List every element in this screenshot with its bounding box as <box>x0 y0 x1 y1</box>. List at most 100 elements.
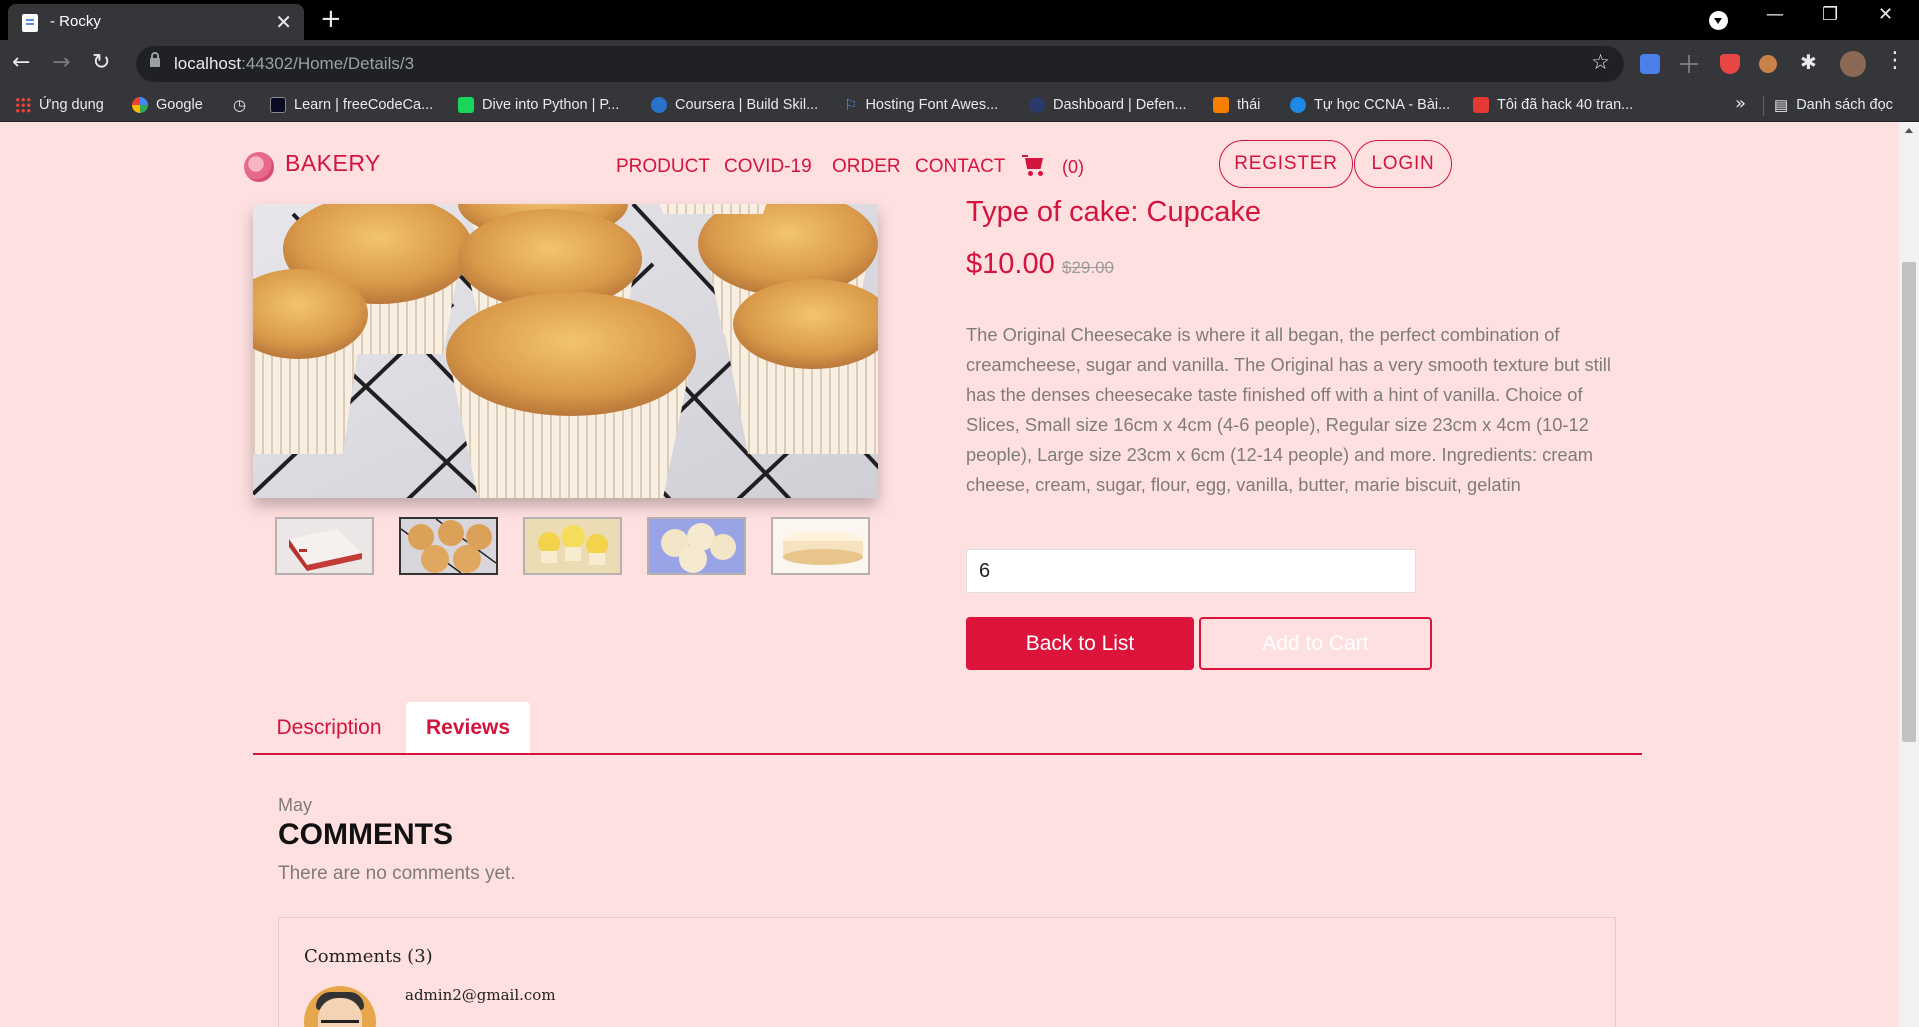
flag-icon: ⚐ <box>844 97 858 114</box>
add-to-cart-button[interactable]: Add to Cart <box>1199 617 1432 670</box>
nav-covid[interactable]: COVID-19 <box>724 156 812 178</box>
bookmark-label: Tôi đã hack 40 tran... <box>1497 97 1634 113</box>
scrollbar-thumb[interactable] <box>1902 262 1916 742</box>
bookmark-star-icon[interactable]: ☆ <box>1591 50 1610 74</box>
browser-toolbar: ← → ↻ localhost:44302/Home/Details/3 ☆ ✱… <box>0 40 1919 88</box>
login-button[interactable]: LOGIN <box>1354 140 1452 188</box>
bookmark-dashboard[interactable]: Dashboard | Defen... <box>1029 95 1187 115</box>
thumbnail-red-velvet[interactable] <box>275 517 374 575</box>
extensions-puzzle-icon[interactable]: ✱ <box>1800 50 1820 74</box>
bookmark-label: thái <box>1237 97 1261 113</box>
bookmark-coursera[interactable]: Coursera | Build Skil... <box>651 95 818 115</box>
bookmark-label: Hosting Font Awes... <box>865 97 999 113</box>
bookmark-label: Learn | freeCodeCa... <box>294 97 434 113</box>
blogger-icon <box>1213 97 1229 113</box>
tab-search-icon[interactable] <box>1709 11 1728 30</box>
coursera-icon <box>651 97 667 113</box>
bookmarks-divider <box>1763 96 1764 116</box>
bookmark-blogger[interactable]: thái <box>1213 95 1260 115</box>
bookmark-label: Tự học CCNA - Bài... <box>1314 97 1451 113</box>
browser-tab-bar: - Rocky ✕ + — ❐ ✕ <box>0 0 1919 40</box>
product-price: $10.00 <box>966 248 1055 280</box>
bookmark-hack[interactable]: Tôi đã hack 40 tran... <box>1473 95 1633 115</box>
reading-list[interactable]: ▤ Danh sách đọc <box>1774 95 1893 115</box>
bookmark-apps[interactable]: Ứng dụng <box>15 95 104 115</box>
page-favicon-icon <box>22 14 38 32</box>
more-menu-icon[interactable]: ⋮ <box>1884 48 1906 73</box>
product-old-price: $29.00 <box>1062 258 1114 277</box>
tabs-underline <box>253 753 1642 755</box>
more-bookmarks-icon[interactable]: » <box>1735 93 1746 114</box>
bookmark-label: Dive into Python | P... <box>482 97 620 113</box>
cookie-extension-icon[interactable] <box>1759 55 1777 73</box>
shopping-cart-icon[interactable] <box>1022 155 1046 177</box>
forward-arrow-icon[interactable]: → <box>52 50 70 75</box>
tab-reviews[interactable]: Reviews <box>406 702 530 753</box>
bookmark-label: Dashboard | Defen... <box>1053 97 1187 113</box>
comments-count: Comments (3) <box>304 946 433 967</box>
browser-tab[interactable]: - Rocky ✕ <box>8 4 304 40</box>
avatar <box>304 986 376 1027</box>
scroll-up-icon[interactable] <box>1905 128 1913 133</box>
close-window-icon[interactable]: ✕ <box>1878 4 1893 25</box>
bookmark-google[interactable]: Google <box>132 95 203 115</box>
no-comments-text: There are no comments yet. <box>278 863 516 884</box>
new-tab-icon[interactable]: + <box>320 4 342 34</box>
nav-product[interactable]: PRODUCT <box>616 156 710 178</box>
profile-avatar-icon[interactable] <box>1840 51 1866 77</box>
reading-list-icon: ▤ <box>1774 97 1789 114</box>
nav-contact[interactable]: CONTACT <box>915 156 1005 178</box>
google-icon <box>132 97 148 113</box>
register-button[interactable]: REGISTER <box>1219 140 1353 188</box>
address-bar[interactable]: localhost:44302/Home/Details/3 ☆ <box>136 46 1624 82</box>
url-host: localhost <box>174 54 242 73</box>
thumbnail-cupcakes[interactable] <box>399 517 498 575</box>
thumbnail-cheesecake[interactable] <box>771 517 870 575</box>
bookmark-font-awesome[interactable]: ⚐ Hosting Font Awes... <box>844 95 998 115</box>
page-scrollbar[interactable] <box>1899 122 1919 1027</box>
url-text[interactable]: localhost:44302/Home/Details/3 <box>174 54 414 74</box>
bookmark-freecodecamp[interactable]: Learn | freeCodeCa... <box>270 95 433 115</box>
dashboard-icon <box>1029 97 1045 113</box>
site-navbar: BAKERY PRODUCT COVID-19 ORDER CONTACT (0… <box>0 122 1899 204</box>
page-content: BAKERY PRODUCT COVID-19 ORDER CONTACT (0… <box>0 122 1899 1027</box>
ccna-site-icon <box>1290 97 1306 113</box>
translate-extension-icon[interactable] <box>1640 54 1660 74</box>
back-arrow-icon[interactable]: ← <box>12 50 30 75</box>
bakery-logo-icon[interactable] <box>244 152 274 182</box>
cart-count[interactable]: (0) <box>1062 157 1084 178</box>
product-type-heading: Type of cake: Cupcake <box>966 196 1261 228</box>
history-icon: ◷ <box>233 97 247 114</box>
bookmark-label: Ứng dụng <box>39 97 104 113</box>
bookmark-history[interactable]: ◷ <box>233 95 246 115</box>
shield-extension-icon[interactable] <box>1720 54 1740 74</box>
back-to-list-button[interactable]: Back to List <box>966 617 1194 670</box>
close-tab-icon[interactable]: ✕ <box>275 10 292 34</box>
comment-username: admin2@gmail.com <box>405 986 556 1004</box>
apps-grid-icon <box>15 97 31 113</box>
lock-icon[interactable] <box>150 52 160 67</box>
product-description: The Original Cheesecake is where it all … <box>966 324 1611 495</box>
freecodecamp-icon <box>270 97 286 113</box>
thumbnail-vanilla-muffins[interactable] <box>647 517 746 575</box>
restore-icon[interactable]: ❐ <box>1822 4 1838 25</box>
t-site-icon <box>1473 97 1489 113</box>
bookmark-dive-into-python[interactable]: Dive into Python | P... <box>458 95 619 115</box>
python-site-icon <box>458 97 474 113</box>
product-main-image <box>253 204 878 498</box>
reload-icon[interactable]: ↻ <box>92 50 110 75</box>
tab-description[interactable]: Description <box>253 702 405 753</box>
thumbnail-lemon-cupcakes[interactable] <box>523 517 622 575</box>
reading-list-label: Danh sách đọc <box>1796 97 1893 113</box>
bookmarks-bar: Ứng dụng Google ◷ Learn | freeCodeCa... … <box>0 88 1919 122</box>
comments-panel: Comments (3) admin2@gmail.com <box>278 917 1616 1027</box>
bookmark-ccna[interactable]: Tự học CCNA - Bài... <box>1290 95 1450 115</box>
bookmark-label: Google <box>156 97 203 113</box>
quantity-input[interactable]: 6 <box>966 549 1416 593</box>
comments-heading: COMMENTS <box>278 818 453 851</box>
review-month: May <box>278 795 313 815</box>
nav-order[interactable]: ORDER <box>832 156 901 178</box>
minimize-icon[interactable]: — <box>1766 4 1784 25</box>
move-extension-icon[interactable] <box>1680 55 1698 73</box>
brand-name[interactable]: BAKERY <box>285 150 381 177</box>
